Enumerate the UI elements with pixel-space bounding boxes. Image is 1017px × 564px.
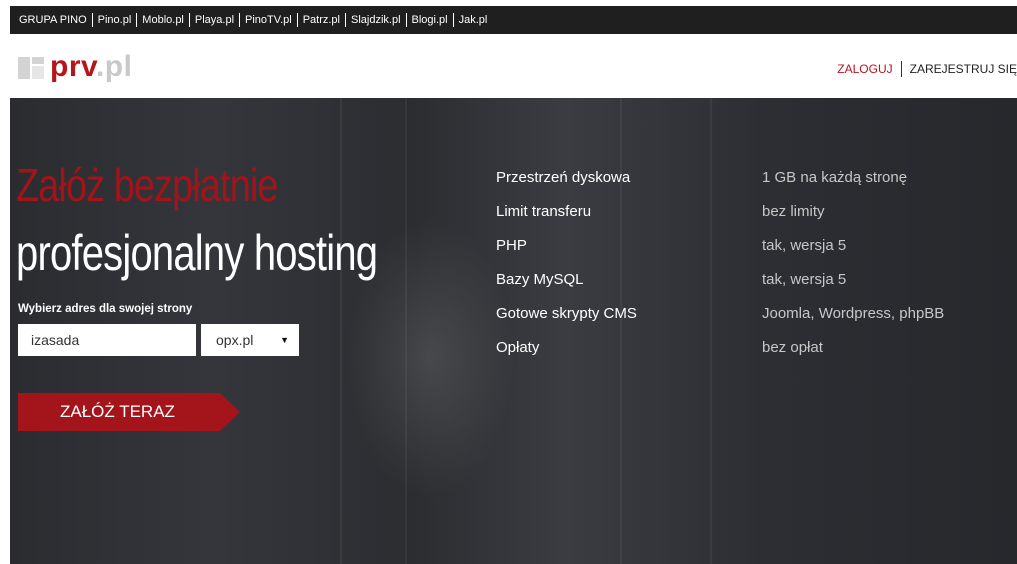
feature-row: Opłaty bez opłat [496, 339, 1016, 373]
topbar-divider [188, 13, 190, 27]
feature-row: Limit transferu bez limity [496, 203, 1016, 237]
register-link[interactable]: ZAREJESTRUJ SIĘ [910, 62, 1017, 76]
create-now-button[interactable]: ZAŁÓŻ TERAZ [18, 393, 240, 431]
feature-label: Opłaty [496, 339, 540, 356]
topbar-divider [452, 13, 454, 27]
feature-label: PHP [496, 237, 527, 254]
feature-value: 1 GB na każdą stronę [762, 169, 908, 186]
topbar-link-playa[interactable]: Playa.pl [195, 14, 234, 26]
logo-main: prv [50, 50, 96, 83]
feature-label: Limit transferu [496, 203, 592, 220]
hero-bg-stripe [405, 98, 407, 564]
feature-row: Bazy MySQL tak, wersja 5 [496, 271, 1016, 305]
features-list: Przestrzeń dyskowa 1 GB na każdą stronę … [496, 169, 1016, 373]
feature-label: Gotowe skrypty CMS [496, 305, 637, 322]
feature-value: tak, wersja 5 [762, 271, 847, 288]
topbar-link-slajdzik[interactable]: Slajdzik.pl [351, 14, 401, 26]
topbar-link-blogi[interactable]: Blogi.pl [412, 14, 448, 26]
logo-tld: .pl [95, 50, 133, 83]
group-label: GRUPA PINO [19, 14, 87, 26]
network-topbar: GRUPA PINO Pino.pl Moblo.pl Playa.pl Pin… [10, 6, 1017, 34]
topbar-link-pinotv[interactable]: PinoTV.pl [245, 14, 292, 26]
topbar-link-patrz[interactable]: Patrz.pl [303, 14, 340, 26]
topbar-link-pino[interactable]: Pino.pl [98, 14, 132, 26]
logo-icon [18, 54, 44, 80]
topbar-divider [405, 13, 407, 27]
logo-text: prv.pl [50, 52, 132, 82]
feature-label: Bazy MySQL [496, 271, 584, 288]
auth-links: ZALOGUJ ZAREJESTRUJ SIĘ [837, 61, 1017, 77]
domain-selected-value: opx.pl [216, 332, 254, 348]
feature-row: PHP tak, wersja 5 [496, 237, 1016, 271]
topbar-divider [296, 13, 298, 27]
feature-label: Przestrzeń dyskowa [496, 169, 631, 186]
topbar-link-jak[interactable]: Jak.pl [459, 14, 488, 26]
site-logo[interactable]: prv.pl [18, 52, 132, 82]
feature-row: Przestrzeń dyskowa 1 GB na każdą stronę [496, 169, 1016, 203]
address-label: Wybierz adres dla swojej strony [18, 303, 193, 315]
headline-free: Załóż bezpłatnie [16, 159, 278, 211]
feature-value: tak, wersja 5 [762, 237, 847, 254]
hero-bg-stripe [340, 98, 342, 564]
topbar-divider [136, 13, 138, 27]
feature-value: bez opłat [762, 339, 823, 356]
topbar-divider [239, 13, 241, 27]
domain-select[interactable]: opx.pl ▼ [201, 324, 299, 356]
feature-value: Joomla, Wordpress, phpBB [762, 305, 945, 322]
address-input[interactable] [18, 324, 196, 356]
dropdown-arrow-icon: ▼ [280, 335, 289, 345]
headline-hosting: profesjonalny hosting [16, 225, 378, 281]
feature-row: Gotowe skrypty CMS Joomla, Wordpress, ph… [496, 305, 1016, 339]
site-header: prv.pl ZALOGUJ ZAREJESTRUJ SIĘ [10, 34, 1017, 98]
login-link[interactable]: ZALOGUJ [837, 62, 892, 76]
hero-section: Załóż bezpłatnie profesjonalny hosting W… [10, 98, 1017, 564]
topbar-link-moblo[interactable]: Moblo.pl [142, 14, 184, 26]
topbar-divider [345, 13, 346, 27]
topbar-divider [91, 13, 93, 27]
auth-divider [900, 61, 902, 77]
feature-value: bez limity [762, 203, 825, 220]
